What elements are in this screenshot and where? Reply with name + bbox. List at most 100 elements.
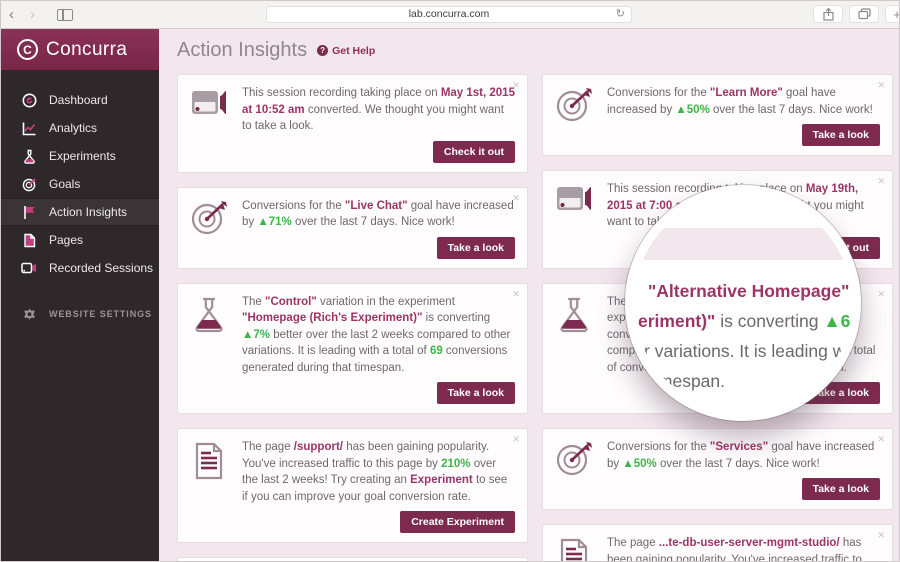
card-action-button[interactable]: Take a look [801, 478, 880, 500]
page-title: Action Insights [177, 39, 308, 61]
tab-overview-icon[interactable] [849, 5, 879, 23]
forward-icon[interactable]: › [22, 7, 43, 22]
sidebar-item-analytics[interactable]: Analytics [1, 114, 159, 142]
metric-up: ▲50% [622, 457, 657, 470]
dashboard-icon [21, 92, 37, 108]
lens-text-line: r variations. It is leading with a total… [644, 336, 852, 366]
get-help-link[interactable]: ? Get Help [317, 45, 375, 57]
close-icon[interactable]: ✕ [877, 434, 885, 445]
sidebar-item-recorded-sessions[interactable]: Recorded Sessions [1, 254, 159, 282]
metric-up: ▲6% [823, 311, 852, 331]
sidebar-item-action-insights[interactable]: Action Insights [1, 198, 159, 226]
pages-icon [21, 232, 37, 248]
close-icon[interactable]: ✕ [877, 289, 885, 300]
sidebar-item-dashboard[interactable]: Dashboard [1, 86, 159, 114]
sidebar-nav: Dashboard Analytics Experiments Goals Action… [1, 86, 159, 282]
text: The [242, 295, 266, 308]
goal-target-icon [555, 439, 607, 500]
goal-target-icon [555, 85, 607, 146]
insight-text: Conversions for the "Live Chat" goal hav… [242, 198, 515, 231]
insight-text: This session recording taking place on M… [242, 85, 515, 135]
session-recording-icon [190, 85, 242, 163]
experiment-flask-icon [190, 294, 242, 405]
close-icon[interactable]: ✕ [877, 176, 885, 187]
sidebar-item-label: Action Insights [49, 205, 128, 219]
inline-link[interactable]: "Homepage (Rich's Experiment)" [242, 312, 422, 324]
text: Conversions for the [242, 199, 345, 212]
insight-text: The "Control" variation in the experimen… [242, 294, 515, 377]
sidebar-item-pages[interactable]: Pages [1, 226, 159, 254]
experiment-flask-icon [555, 294, 607, 405]
close-icon[interactable]: ✕ [877, 80, 885, 91]
inline-link[interactable]: "Learn More" [710, 87, 783, 99]
close-icon[interactable]: ✕ [512, 80, 520, 91]
address-bar[interactable]: lab.concurra.com ↻ [266, 6, 632, 23]
sidebar-toggle-icon[interactable] [57, 8, 73, 21]
sidebar-item-goals[interactable]: Goals [1, 170, 159, 198]
insights-column-left: ✕ This session recording taking place on … [177, 74, 528, 561]
insight-text: Conversions for the "Services" goal have… [607, 439, 880, 472]
browser-window: ‹ › lab.concurra.com ↻ + C Concurra Dash… [0, 0, 900, 562]
brand-logo-icon: C [17, 39, 38, 60]
sidebar-footer-label: WEBSITE SETTINGS [49, 309, 152, 319]
text: is converting [715, 311, 824, 331]
card-action-button[interactable]: Take a look [436, 382, 515, 404]
share-icon[interactable] [813, 5, 843, 23]
card-action-button[interactable]: Create Experiment [400, 511, 515, 533]
session-recording-icon [555, 181, 607, 259]
recorded-sessions-icon [21, 260, 37, 276]
inline-link[interactable]: "Live Chat" [345, 200, 408, 212]
reload-icon[interactable]: ↻ [616, 7, 625, 22]
analytics-icon [21, 120, 37, 136]
sidebar: C Concurra Dashboard Analytics Experiments… [1, 29, 159, 561]
inline-link[interactable]: "Alternative Homepage" [648, 281, 849, 301]
metric-up: 210% [441, 457, 471, 470]
text: The page [607, 537, 659, 549]
inline-link[interactable]: Experiment [410, 474, 473, 486]
inline-link[interactable]: /support/ [294, 441, 343, 453]
sidebar-item-label: Dashboard [49, 93, 108, 107]
gear-icon [21, 306, 37, 322]
inline-link[interactable]: eriment)" [638, 311, 715, 331]
insight-text: The page ...te-db-user-server-mgmt-studi… [607, 535, 880, 561]
get-help-label: Get Help [332, 44, 376, 57]
insight-card: ✕ The "Control" variation in the experime… [177, 282, 528, 414]
goals-icon [21, 176, 37, 192]
insight-card: ✕This session recording taking place on … [177, 557, 528, 561]
metric-up: 69 [429, 345, 443, 357]
lens-text-line: imespan. [654, 366, 852, 396]
page-doc-icon [190, 439, 242, 533]
card-action-button[interactable]: Take a look [436, 236, 515, 259]
sidebar-item-experiments[interactable]: Experiments [1, 142, 159, 170]
inline-link[interactable]: "Services" [710, 441, 768, 453]
insight-card: ✕ Conversions for the "Live Chat" goal ha… [177, 186, 528, 269]
card-action-button[interactable]: Check it out [432, 140, 515, 163]
insight-card: ✕ The page /support/ has been gaining pop… [177, 428, 528, 543]
sidebar-item-label: Analytics [49, 121, 98, 135]
insight-card: ✕This session recording taking place on … [177, 74, 528, 173]
insight-card: ✕ Conversions for the "Learn More" goal h… [542, 74, 893, 156]
text: over the last 7 days. Nice work! [656, 457, 820, 470]
magnifier-lens: "Alternative Homepage" variation in teri… [625, 185, 861, 421]
sidebar-item-label: Goals [49, 177, 81, 191]
url-text: lab.concurra.com [408, 8, 490, 20]
inline-link[interactable]: ...te-db-user-server-mgmt-studio/ [659, 537, 840, 549]
experiments-icon [21, 148, 37, 164]
sidebar-item-website-settings[interactable]: WEBSITE SETTINGS [1, 300, 159, 328]
close-icon[interactable]: ✕ [512, 193, 520, 204]
page-doc-icon [555, 535, 607, 561]
back-icon[interactable]: ‹ [1, 7, 22, 22]
card-action-button[interactable]: Take a look [801, 124, 880, 146]
close-icon[interactable]: ✕ [877, 530, 885, 541]
inline-link[interactable]: "Control" [265, 296, 317, 308]
text: variation in t [849, 281, 852, 301]
browser-chrome: ‹ › lab.concurra.com ↻ + [1, 1, 899, 29]
brand[interactable]: C Concurra [1, 29, 159, 70]
metric-up: ▲71% [257, 216, 292, 228]
lens-text-line: "Alternative Homepage" variation in t [648, 276, 852, 306]
close-icon[interactable]: ✕ [512, 434, 520, 445]
lens-text-line: eriment)" is converting ▲6% better ov [638, 306, 852, 336]
close-icon[interactable]: ✕ [512, 289, 520, 300]
new-tab-icon[interactable]: + [885, 5, 899, 23]
goal-target-icon [190, 198, 242, 259]
